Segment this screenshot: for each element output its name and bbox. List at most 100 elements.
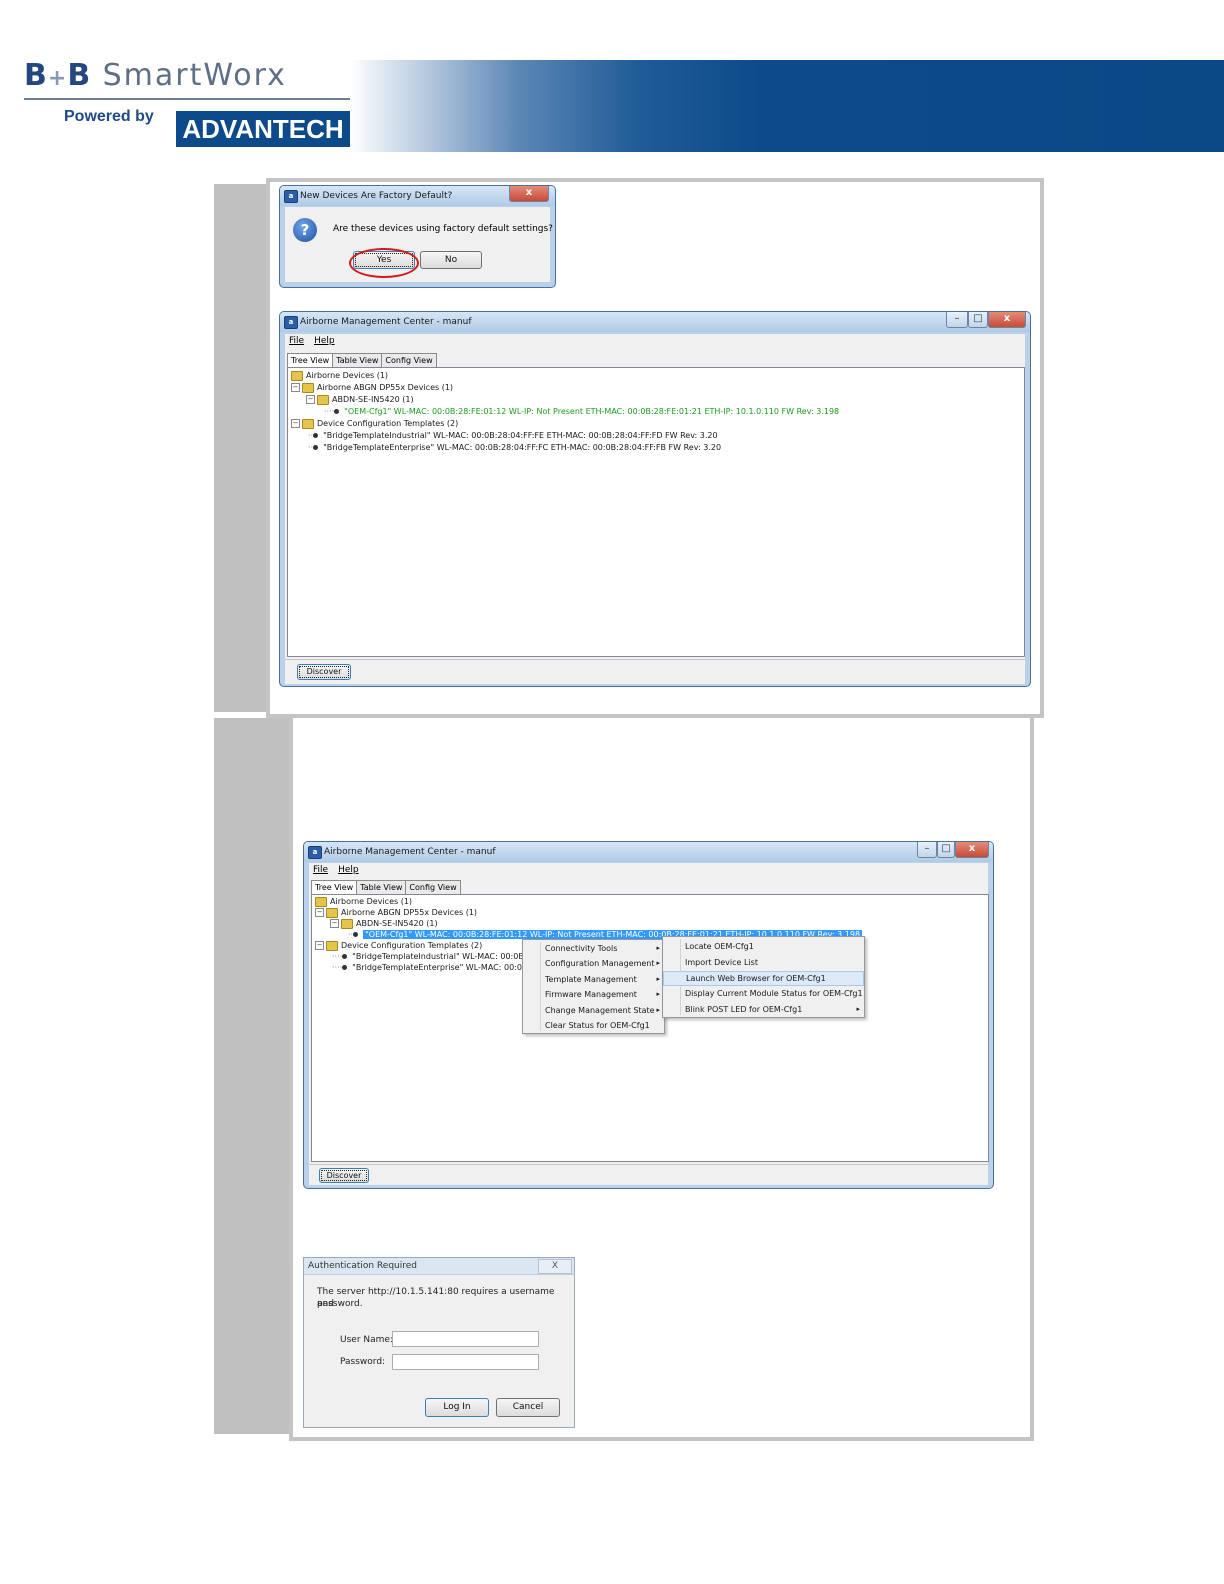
menu-bar: File Help bbox=[309, 863, 988, 877]
tab-config-view[interactable]: Config View bbox=[381, 353, 437, 367]
menu-help[interactable]: Help bbox=[338, 865, 359, 875]
folder-icon bbox=[315, 896, 327, 907]
view-tabs: Tree View Table View Config View bbox=[311, 880, 461, 895]
tab-tree-view[interactable]: Tree View bbox=[311, 880, 358, 895]
menu-item-clear-status[interactable]: Clear Status for OEM-Cfg1 bbox=[523, 1018, 664, 1033]
collapse-toggle[interactable]: − bbox=[306, 395, 315, 404]
menu-file[interactable]: File bbox=[289, 336, 304, 346]
submenu-arrow-icon: ▸ bbox=[656, 959, 660, 967]
tree-device-oem-cfg1[interactable]: ···· "OEM-Cfg1" WL-MAC: 00:0B:28:FE:01:12… bbox=[324, 406, 839, 418]
submenu-arrow-icon: ▸ bbox=[656, 975, 660, 983]
device-dot-icon bbox=[342, 954, 348, 959]
minimize-button[interactable]: – bbox=[917, 842, 937, 858]
tab-table-view[interactable]: Table View bbox=[332, 353, 383, 367]
folder-icon bbox=[326, 907, 338, 918]
discover-button[interactable]: Discover bbox=[297, 664, 351, 680]
connectivity-submenu: Locate OEM-Cfg1 Import Device List Launc… bbox=[662, 936, 865, 1018]
minimize-button[interactable]: – bbox=[946, 312, 968, 328]
tree-group-devices[interactable]: − Airborne ABGN DP55x Devices (1) bbox=[291, 382, 453, 394]
powered-by-text: Powered by bbox=[64, 108, 154, 125]
app-icon: a bbox=[308, 846, 322, 859]
menu-item-change-management-state[interactable]: Change Management State ▸ bbox=[523, 1003, 664, 1018]
menu-item-configuration-management[interactable]: Configuration Management ▸ bbox=[523, 956, 664, 971]
dialog-body: ? Are these devices using factory defaul… bbox=[285, 207, 553, 282]
left-gutter-1 bbox=[214, 184, 268, 712]
close-button[interactable]: x bbox=[988, 312, 1026, 328]
tree-template-enterprise[interactable]: ···· "BridgeTemplateEnterprise" WL-MAC: 0… bbox=[332, 962, 548, 974]
discover-button[interactable]: Discover bbox=[319, 1168, 369, 1183]
left-gutter-2 bbox=[214, 718, 292, 1434]
device-dot-icon bbox=[313, 445, 319, 450]
cancel-button[interactable]: Cancel bbox=[496, 1398, 560, 1417]
collapse-toggle[interactable]: − bbox=[315, 941, 324, 950]
collapse-toggle[interactable]: − bbox=[315, 908, 324, 917]
submenu-arrow-icon: ▸ bbox=[656, 990, 660, 998]
maximize-button[interactable]: □ bbox=[968, 312, 988, 328]
yes-highlight-oval bbox=[349, 248, 419, 278]
tree-subgroup[interactable]: − ABDN-SE-IN5420 (1) bbox=[306, 394, 414, 406]
login-button[interactable]: Log In bbox=[425, 1398, 489, 1417]
tab-config-view[interactable]: Config View bbox=[405, 880, 461, 894]
no-button[interactable]: No bbox=[420, 251, 482, 269]
close-button[interactable]: x bbox=[955, 842, 989, 858]
close-button[interactable]: X bbox=[538, 1259, 572, 1274]
menu-item-connectivity-tools[interactable]: Connectivity Tools ▸ bbox=[523, 941, 664, 956]
window-titlebar: a Airborne Management Center - manuf bbox=[280, 312, 1030, 332]
bb-smartworx-logo: B+B SmartWorx bbox=[24, 58, 287, 93]
device-tree[interactable]: Airborne Devices (1) − Airborne ABGN DP55… bbox=[287, 367, 1025, 657]
button-strip: Discover bbox=[285, 659, 1025, 684]
menu-help[interactable]: Help bbox=[314, 336, 335, 346]
tree-template-enterprise[interactable]: ·· "BridgeTemplateEnterprise" WL-MAC: 00:… bbox=[308, 442, 721, 454]
tab-tree-view[interactable]: Tree View bbox=[287, 353, 334, 368]
dialog-title: New Devices Are Factory Default? bbox=[300, 191, 453, 201]
submenu-item-blink-post-led[interactable]: Blink POST LED for OEM-Cfg1 ▸ bbox=[663, 1002, 864, 1017]
folder-icon bbox=[291, 370, 303, 381]
collapse-toggle[interactable]: − bbox=[330, 919, 339, 928]
submenu-item-locate[interactable]: Locate OEM-Cfg1 bbox=[663, 939, 864, 954]
menu-bar: File Help bbox=[285, 334, 1025, 348]
tab-table-view[interactable]: Table View bbox=[356, 880, 407, 894]
tree-group-templates[interactable]: − Device Configuration Templates (2) bbox=[291, 418, 458, 430]
submenu-arrow-icon: ▸ bbox=[656, 1006, 660, 1014]
app-icon: a bbox=[284, 190, 298, 203]
button-strip: Discover bbox=[309, 1164, 988, 1185]
device-context-menu: Connectivity Tools ▸ Configuration Manage… bbox=[522, 939, 665, 1034]
menu-file[interactable]: File bbox=[313, 865, 328, 875]
window-titlebar: a Airborne Management Center - manuf bbox=[304, 842, 993, 862]
advantech-logo: ADVANTECH bbox=[176, 111, 350, 147]
close-button[interactable]: x bbox=[509, 186, 549, 202]
folder-icon bbox=[326, 940, 338, 951]
tree-root[interactable]: Airborne Devices (1) bbox=[291, 370, 388, 382]
menu-item-firmware-management[interactable]: Firmware Management ▸ bbox=[523, 987, 664, 1002]
password-field[interactable] bbox=[392, 1354, 539, 1370]
collapse-toggle[interactable]: − bbox=[291, 383, 300, 392]
folder-icon bbox=[317, 394, 329, 405]
window-client: File Help Tree View Table View Config View … bbox=[285, 334, 1025, 684]
folder-icon bbox=[302, 382, 314, 393]
app-icon: a bbox=[284, 316, 298, 329]
submenu-item-import-device-list[interactable]: Import Device List bbox=[663, 955, 864, 970]
view-tabs: Tree View Table View Config View bbox=[287, 353, 437, 368]
username-label: User Name: bbox=[340, 1335, 393, 1345]
factory-default-dialog: a New Devices Are Factory Default? x ? A… bbox=[279, 185, 556, 288]
collapse-toggle[interactable]: − bbox=[291, 419, 300, 428]
device-dot-icon bbox=[313, 433, 319, 438]
device-dot-icon bbox=[342, 965, 348, 970]
menu-item-template-management[interactable]: Template Management ▸ bbox=[523, 972, 664, 987]
submenu-item-launch-web-browser[interactable]: Launch Web Browser for OEM-Cfg1 bbox=[663, 971, 864, 986]
tree-template-industrial[interactable]: ·· "BridgeTemplateIndustrial" WL-MAC: 00:… bbox=[308, 430, 718, 442]
auth-titlebar: Authentication Required X bbox=[304, 1258, 574, 1275]
folder-icon bbox=[302, 418, 314, 429]
window-title: Airborne Management Center - manuf bbox=[300, 317, 472, 327]
authentication-dialog: Authentication Required X The server htt… bbox=[303, 1257, 575, 1428]
username-field[interactable] bbox=[392, 1331, 539, 1347]
amc-window-1: a Airborne Management Center - manuf – □… bbox=[279, 311, 1031, 687]
submenu-item-display-status[interactable]: Display Current Module Status for OEM-Cf… bbox=[663, 986, 864, 1001]
folder-icon bbox=[341, 918, 353, 929]
maximize-button[interactable]: □ bbox=[937, 842, 955, 858]
window-title: Airborne Management Center - manuf bbox=[324, 847, 496, 857]
logo-divider bbox=[24, 98, 350, 100]
auth-message-line2: password. bbox=[317, 1299, 363, 1309]
submenu-arrow-icon: ▸ bbox=[656, 944, 660, 952]
password-label: Password: bbox=[340, 1357, 386, 1367]
